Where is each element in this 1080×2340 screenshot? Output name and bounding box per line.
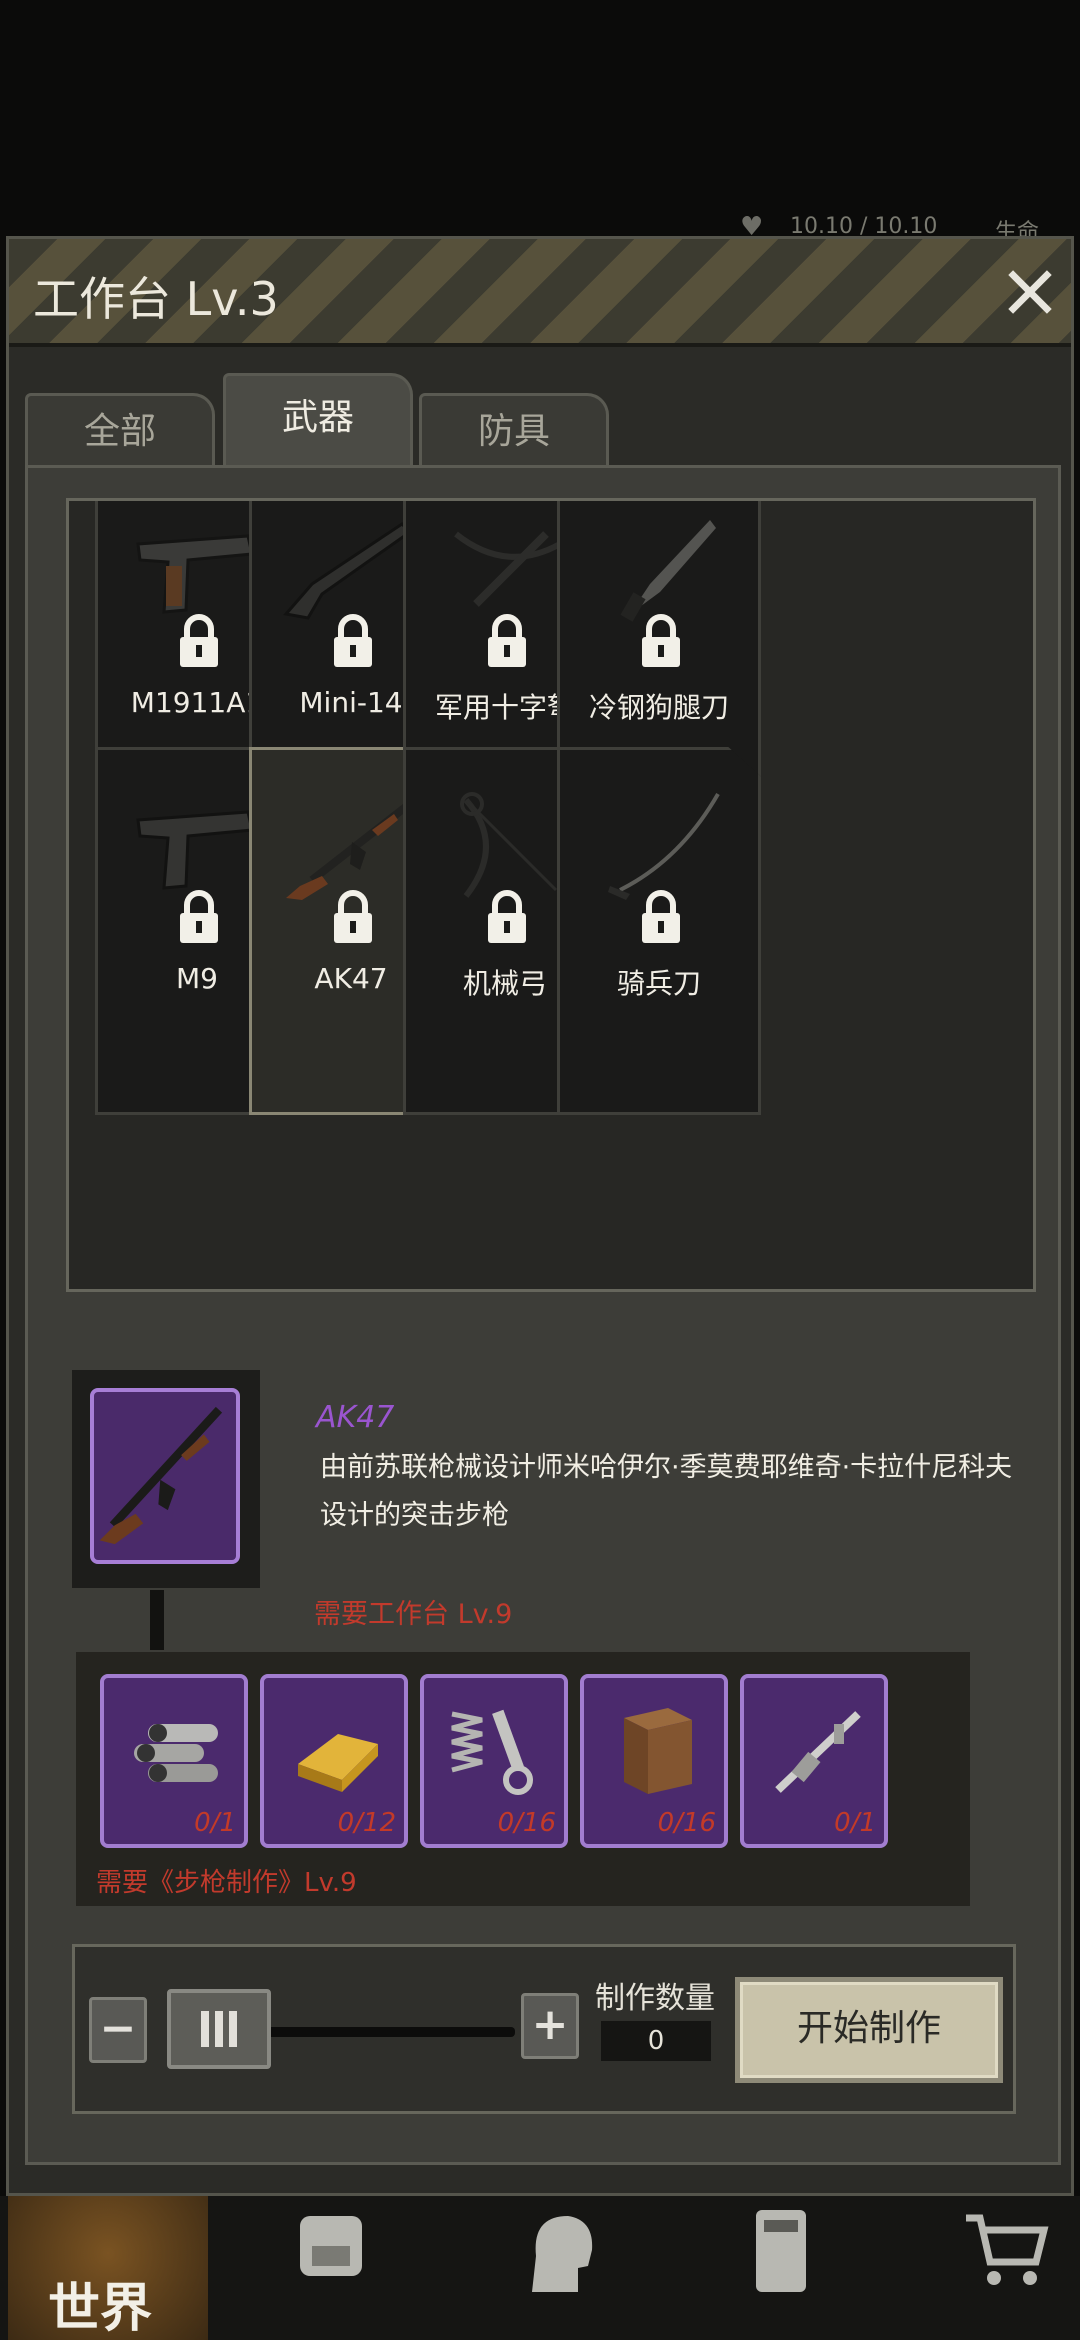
material-count: 0/1 [194,1808,236,1838]
material-count: 0/12 [337,1808,396,1838]
nav-backpack[interactable] [226,2196,426,2340]
lock-icon [180,890,218,943]
ak47-icon [99,1406,223,1545]
compound-bow-icon [460,792,558,898]
item-name-label: 冷钢狗腿刀 [588,691,729,724]
spring-bolt-icon [451,1709,533,1795]
saber-icon [608,793,720,900]
lock-icon [180,614,218,667]
panel-title: 工作台 Lv.3 [33,272,279,326]
head-gear-icon [532,2216,593,2292]
lock-icon [488,614,526,667]
item-grid[interactable]: M1911A1 Mini-14 军用十字弩 冷钢狗腿刀 M9 AK47 机械弓 … [66,498,1036,1292]
backpack-icon [300,2216,362,2276]
item-name-label: 骑兵刀 [616,967,701,1000]
machete-icon [620,520,716,622]
quantity-value: 0 [601,2021,711,2061]
crossbow-icon [454,531,562,607]
material-slot[interactable]: 0/16 [580,1674,728,1848]
detail-item-name: AK47 [316,1400,395,1435]
steel-pipe-icon [134,1724,218,1782]
nav-world-label: 世界 [48,2279,153,2339]
shopping-cart-icon [966,2214,1049,2285]
pistol-icon [136,534,254,614]
material-slot[interactable]: 0/12 [260,1674,408,1848]
gold-bar-icon [298,1734,378,1792]
material-count: 0/1 [834,1808,876,1838]
craft-controls: − + 制作数量 0 开始制作 [72,1944,1016,2114]
bottom-nav: 世界 [0,2196,1080,2340]
quantity-slider-handle[interactable] [167,1989,271,2069]
detail-description: 由前苏联枪械设计师米哈伊尔·季莫费耶维奇·卡拉什尼科夫设计的突击步枪 [320,1452,1013,1531]
detail-item-icon [90,1388,240,1564]
tab-all[interactable]: 全部 [25,393,215,467]
content-area: M1911A1 Mini-14 军用十字弩 冷钢狗腿刀 M9 AK47 机械弓 … [25,465,1061,2165]
gun-parts-icon [775,1711,861,1793]
close-icon [1008,270,1052,314]
rifle-icon [283,522,413,620]
calculator-icon [756,2210,806,2292]
lock-icon [488,890,526,943]
tab-armor[interactable]: 防具 [419,393,609,467]
grip-icon [201,2011,237,2047]
quantity-label: 制作数量 [595,1981,715,2016]
item-card-saber[interactable]: 骑兵刀 [557,747,761,1115]
material-slot[interactable]: 0/1 [740,1674,888,1848]
lock-icon [642,614,680,667]
connector-line [150,1590,164,1650]
lock-icon [334,614,372,667]
material-slot[interactable]: 0/1 [100,1674,248,1848]
material-count: 0/16 [497,1808,556,1838]
nav-character[interactable] [452,2196,652,2340]
ak47-icon [286,798,415,900]
pistol-icon [136,810,254,890]
lock-icon [334,890,372,943]
material-count: 0/16 [657,1808,716,1838]
tab-weapon[interactable]: 武器 [223,373,413,465]
increase-quantity-button[interactable]: + [521,1993,579,2059]
required-workbench: 需要工作台 Lv.9 [314,1599,513,1630]
nav-calculator[interactable] [676,2196,876,2340]
decrease-quantity-button[interactable]: − [89,1997,147,2063]
start-crafting-button[interactable]: 开始制作 [735,1977,1003,2083]
lock-icon [642,890,680,943]
title-bar: 工作台 Lv.3 [9,239,1071,347]
nav-shop[interactable] [900,2196,1080,2340]
close-button[interactable] [1001,263,1059,321]
material-slot[interactable]: 0/16 [420,1674,568,1848]
nav-world[interactable]: 世界 [8,2196,208,2340]
required-skill: 需要《步枪制作》Lv.9 [96,1868,357,1898]
wood-block-icon [624,1708,692,1794]
